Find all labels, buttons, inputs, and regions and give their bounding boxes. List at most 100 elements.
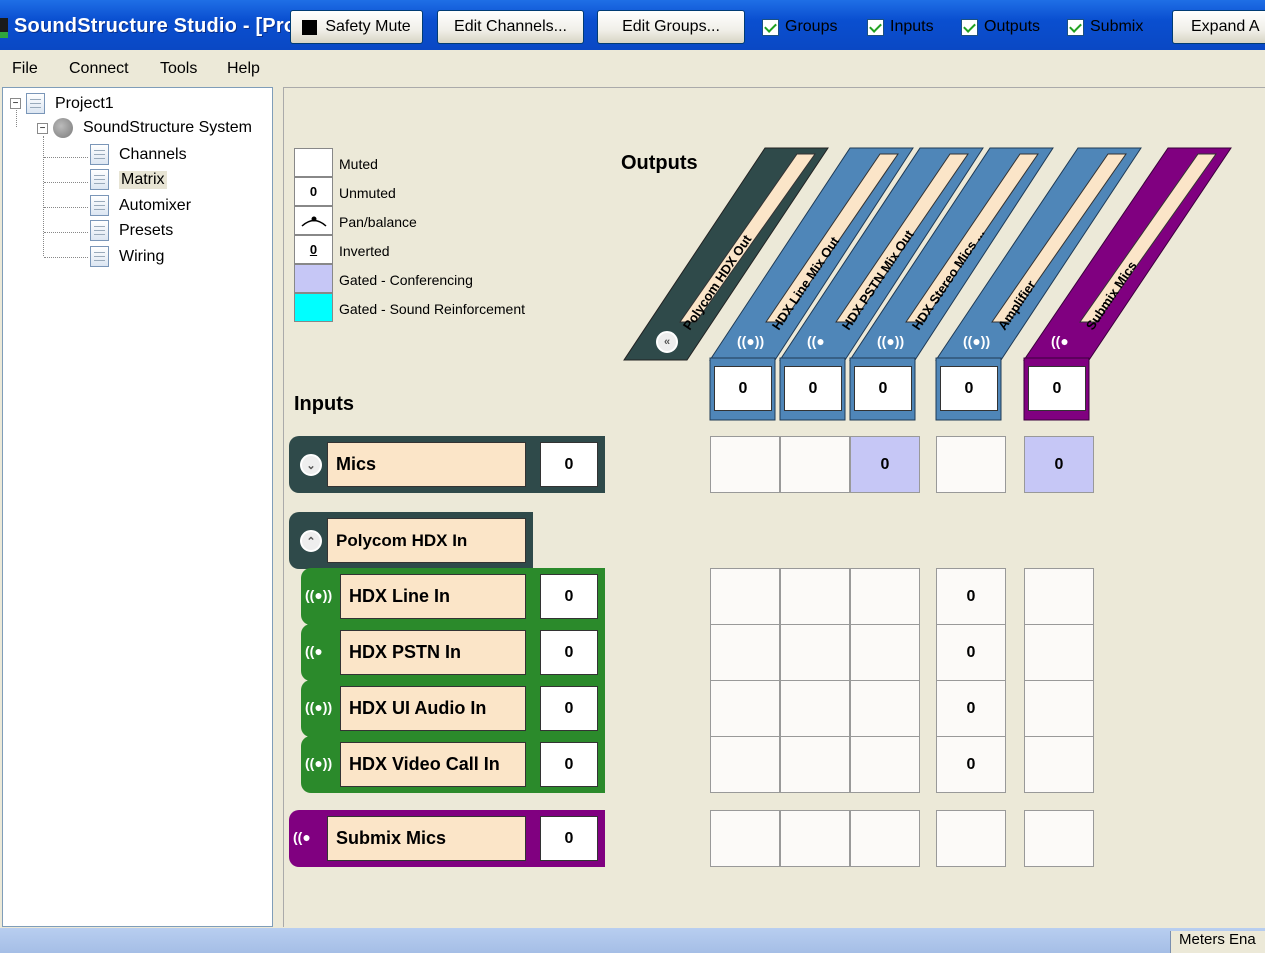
checkbox-label: Outputs — [984, 18, 1041, 35]
tree-item-system[interactable]: − SoundStructure System — [37, 118, 252, 138]
safety-mute-label: Safety Mute — [325, 18, 411, 35]
input-level-submix-mics[interactable]: 0 — [540, 816, 598, 861]
tree-item-label: Channels — [119, 145, 187, 163]
checkbox-icon[interactable] — [762, 18, 779, 36]
output-level-pstn-mix[interactable]: 0 — [784, 366, 842, 411]
matrix-cell[interactable] — [780, 624, 850, 681]
pan-icon — [300, 216, 327, 227]
tree-item-project[interactable]: − Project1 — [10, 93, 114, 114]
edit-groups-button[interactable]: Edit Groups... — [597, 10, 745, 44]
checkbox-icon[interactable] — [1067, 18, 1084, 36]
menu-help[interactable]: Help — [227, 60, 260, 78]
legend-muted-swatch — [294, 148, 333, 177]
collapse-group-icon[interactable]: ⌃ — [300, 530, 322, 552]
tree-line — [44, 232, 88, 233]
menu-file[interactable]: File — [12, 60, 38, 78]
expand-group-icon[interactable]: ⌄ — [300, 454, 322, 476]
menu-tools[interactable]: Tools — [160, 60, 197, 78]
matrix-cell[interactable] — [1024, 624, 1094, 681]
input-name-hdx-video-call-in[interactable]: HDX Video Call In — [340, 742, 526, 787]
input-level-hdx-ui-audio-in[interactable]: 0 — [540, 686, 598, 731]
output-level-submix[interactable]: 0 — [1028, 366, 1086, 411]
matrix-cell[interactable] — [936, 810, 1006, 867]
input-name-hdx-ui-audio-in[interactable]: HDX UI Audio In — [340, 686, 526, 731]
edit-channels-button[interactable]: Edit Channels... — [437, 10, 584, 44]
checkbox-icon[interactable] — [867, 18, 884, 36]
matrix-cell[interactable] — [850, 680, 920, 737]
matrix-cell[interactable]: 0 — [936, 568, 1006, 625]
tree-item-presets[interactable]: Presets — [90, 220, 173, 241]
matrix-cell[interactable] — [780, 736, 850, 793]
outputs-checkbox[interactable]: Outputs — [961, 18, 1040, 36]
matrix-cell[interactable] — [710, 810, 780, 867]
matrix-cell[interactable]: 0 — [850, 436, 920, 493]
checkbox-icon[interactable] — [961, 18, 978, 36]
output-level-line-mix[interactable]: 0 — [714, 366, 772, 411]
matrix-cell[interactable] — [1024, 680, 1094, 737]
matrix-cell[interactable] — [1024, 736, 1094, 793]
submix-checkbox[interactable]: Submix — [1067, 18, 1143, 36]
inputs-checkbox[interactable]: Inputs — [867, 18, 934, 36]
matrix-cell[interactable] — [710, 736, 780, 793]
matrix-cell[interactable] — [1024, 810, 1094, 867]
input-name-submix-mics[interactable]: Submix Mics — [327, 816, 526, 861]
input-level-hdx-pstn-in[interactable]: 0 — [540, 630, 598, 675]
meters-status: Meters Ena — [1170, 931, 1265, 953]
matrix-cell[interactable] — [850, 568, 920, 625]
matrix-cell[interactable] — [710, 680, 780, 737]
tree-item-matrix[interactable]: Matrix — [90, 169, 167, 190]
matrix-cell[interactable]: 0 — [1024, 436, 1094, 493]
input-level-hdx-video-call-in[interactable]: 0 — [540, 742, 598, 787]
tree-line — [44, 207, 88, 208]
matrix-cell[interactable] — [850, 624, 920, 681]
matrix-cell[interactable]: 0 — [936, 624, 1006, 681]
stereo-icon: ((●)) — [305, 587, 333, 603]
stereo-icon: ((●)) — [305, 699, 333, 715]
output-level-stereo-mics[interactable]: 0 — [854, 366, 912, 411]
matrix-cell[interactable] — [850, 736, 920, 793]
matrix-cell[interactable] — [710, 568, 780, 625]
matrix-cell[interactable] — [780, 436, 850, 493]
safety-mute-button[interactable]: Safety Mute — [290, 10, 423, 44]
legend-label: Pan/balance — [339, 214, 417, 230]
input-level-mics[interactable]: 0 — [540, 442, 598, 487]
tree-line — [44, 157, 88, 158]
matrix-cell[interactable] — [780, 810, 850, 867]
tree-item-automixer[interactable]: Automixer — [90, 195, 191, 216]
matrix-cell[interactable] — [936, 436, 1006, 493]
checkbox-label: Inputs — [890, 18, 934, 35]
matrix-cell[interactable]: 0 — [936, 736, 1006, 793]
matrix-cell[interactable] — [780, 568, 850, 625]
matrix-cell[interactable] — [710, 436, 780, 493]
collapse-icon[interactable]: − — [10, 98, 21, 109]
matrix-cell[interactable] — [1024, 568, 1094, 625]
input-name-hdx-pstn-in[interactable]: HDX PSTN In — [340, 630, 526, 675]
legend-label: Gated - Sound Reinforcement — [339, 301, 525, 317]
mono-icon: ((● — [293, 829, 311, 845]
matrix-cell[interactable] — [710, 624, 780, 681]
legend-inverted-swatch: 0 — [294, 235, 333, 264]
tree-item-label: Wiring — [119, 247, 165, 265]
input-level-hdx-line-in[interactable]: 0 — [540, 574, 598, 619]
menu-connect[interactable]: Connect — [69, 60, 129, 78]
output-level-amplifier[interactable]: 0 — [940, 366, 998, 411]
collapse-icon[interactable]: − — [37, 122, 48, 134]
mono-icon: ((● — [807, 333, 825, 349]
input-name-mics[interactable]: Mics — [327, 442, 526, 487]
tree-item-channels[interactable]: Channels — [90, 144, 187, 165]
input-name-hdx-line-in[interactable]: HDX Line In — [340, 574, 526, 619]
legend-label: Muted — [339, 156, 378, 172]
matrix-cell[interactable]: 0 — [936, 680, 1006, 737]
matrix-cell[interactable] — [780, 680, 850, 737]
expand-all-button[interactable]: Expand A — [1172, 10, 1265, 44]
status-bar — [0, 928, 1265, 953]
legend-gated-conferencing-swatch — [294, 264, 333, 293]
collapse-outputs-icon[interactable]: « — [656, 331, 678, 353]
tree-item-wiring[interactable]: Wiring — [90, 246, 164, 267]
groups-checkbox[interactable]: Groups — [762, 18, 837, 36]
tree-item-label: Presets — [119, 221, 174, 239]
legend-gated-reinforcement-swatch — [294, 293, 333, 322]
matrix-cell[interactable] — [850, 810, 920, 867]
input-name-polycom-hdx-in[interactable]: Polycom HDX In — [327, 518, 526, 563]
page-icon — [90, 144, 109, 165]
